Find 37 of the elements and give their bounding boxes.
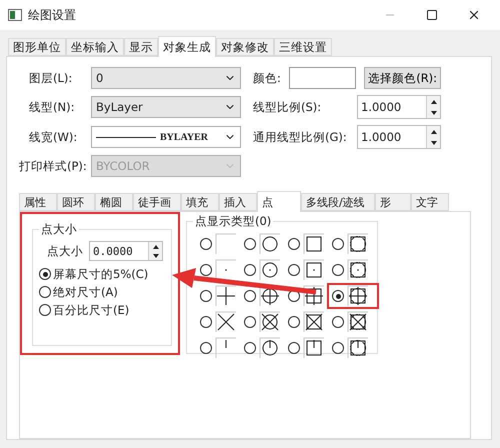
window-title: 绘图设置 [28, 6, 77, 24]
tab[interactable]: 点 [257, 191, 301, 212]
tab[interactable]: 对象生成 [158, 36, 216, 57]
field-label: 线型比例(S): [253, 100, 322, 114]
field-label: 线宽(W): [29, 130, 78, 144]
tab[interactable]: 对象修改 [216, 38, 274, 56]
number-spinner[interactable]: 1.0000 [357, 95, 441, 119]
number-spinner[interactable]: 1.0000 [357, 125, 441, 149]
tab[interactable]: 多线段/迹线 [301, 193, 375, 211]
field-label: 打印样式(P): [19, 158, 88, 174]
tab[interactable]: 三维设置 [274, 38, 332, 56]
tab[interactable]: 椭圆 [95, 193, 133, 211]
group-title: 点显示类型(0) [194, 214, 272, 229]
tab[interactable]: 形 [375, 193, 411, 211]
lineweight-dropdown[interactable]: BYLAYER [91, 126, 241, 148]
group-title: 点大小 [40, 222, 78, 237]
field-label: 点大小 [47, 244, 83, 258]
tab[interactable]: 填充 [181, 193, 219, 211]
radio-label: 百分比尺寸(E) [53, 302, 130, 318]
field-label: 颜色: [253, 70, 281, 86]
layer-dropdown[interactable]: 0 [91, 67, 241, 89]
tab[interactable]: 属性 [19, 193, 57, 211]
tab[interactable]: 显示 [124, 38, 158, 56]
field-label: 图层(L): [29, 70, 74, 86]
field-label: 通用线型比例(G): [253, 130, 348, 144]
tab[interactable]: 圆环 [57, 193, 95, 211]
tab[interactable]: 坐标输入 [66, 38, 124, 56]
number-spinner[interactable]: 0.0000 [89, 241, 163, 261]
linetype-dropdown[interactable]: ByLayer [91, 96, 241, 118]
tab[interactable]: 文字 [411, 193, 449, 211]
radio-label: 绝对尺寸(A) [53, 284, 118, 300]
select-color-button[interactable]: 选择颜色(R): [364, 67, 441, 89]
tab[interactable]: 图形单位 [8, 38, 66, 56]
tab[interactable]: 徒手画 [133, 193, 181, 211]
tab[interactable]: 插入 [219, 193, 257, 211]
field-label: 线型(N): [29, 100, 76, 114]
radio-label: 屏幕尺寸的5%(C) [53, 266, 148, 282]
